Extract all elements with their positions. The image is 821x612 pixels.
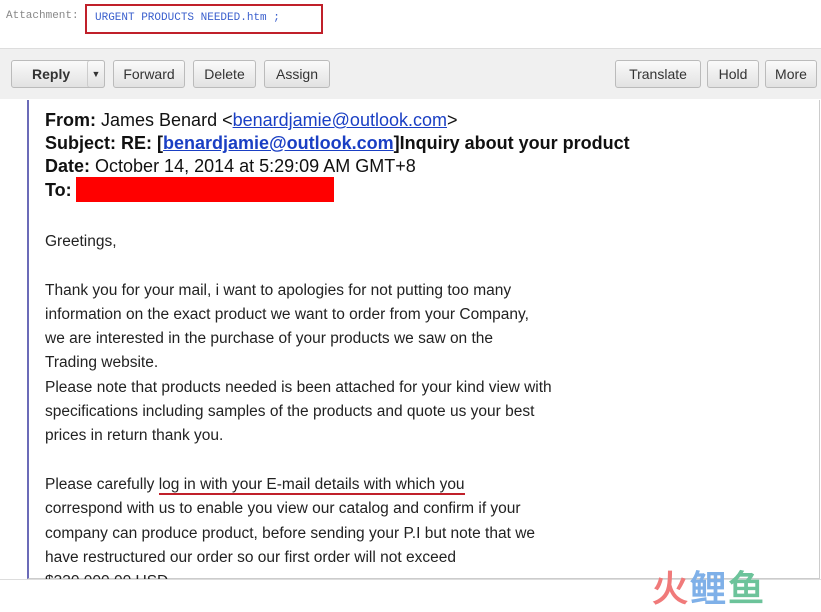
subject-line: Subject: RE: [benardjamie@outlook.com]In… [45,133,630,153]
from-email-link[interactable]: benardjamie@outlook.com [233,110,447,130]
toolbar: Reply ▼ Forward Delete Assign Translate … [0,48,821,99]
watermark-logo: 火鲤鱼 [652,568,767,609]
date-line: Date: October 14, 2014 at 5:29:09 AM GMT… [45,156,416,176]
subject-email-link[interactable]: benardjamie@outlook.com [163,133,394,153]
redacted-recipient [76,177,334,202]
hold-button[interactable]: Hold [707,60,759,88]
greeting: Greetings, [45,233,117,250]
delete-button[interactable]: Delete [193,60,256,88]
forward-button[interactable]: Forward [113,60,185,88]
from-line: From: James Benard <benardjamie@outlook.… [45,110,458,130]
reply-label: Reply [32,66,71,82]
paragraph-1: Thank you for your mail, i want to apolo… [45,281,552,445]
attachment-link[interactable]: URGENT PRODUCTS NEEDED.htm ; [95,12,280,24]
phishing-instruction: log in with your E-mail details with whi… [158,475,465,495]
paragraph-2-start: Please carefully [45,475,159,493]
assign-button[interactable]: Assign [264,60,330,88]
reply-dropdown-button[interactable]: ▼ [87,60,105,88]
paragraph-2-rest: correspond with us to enable you view ou… [45,500,536,590]
translate-button[interactable]: Translate [615,60,701,88]
attachment-label: Attachment: [6,10,79,22]
more-button[interactable]: More [765,60,817,88]
to-label: To: [45,180,72,200]
email-text: Greetings, Thank you for your mail, i wa… [45,230,645,594]
chevron-down-icon: ▼ [91,69,101,79]
